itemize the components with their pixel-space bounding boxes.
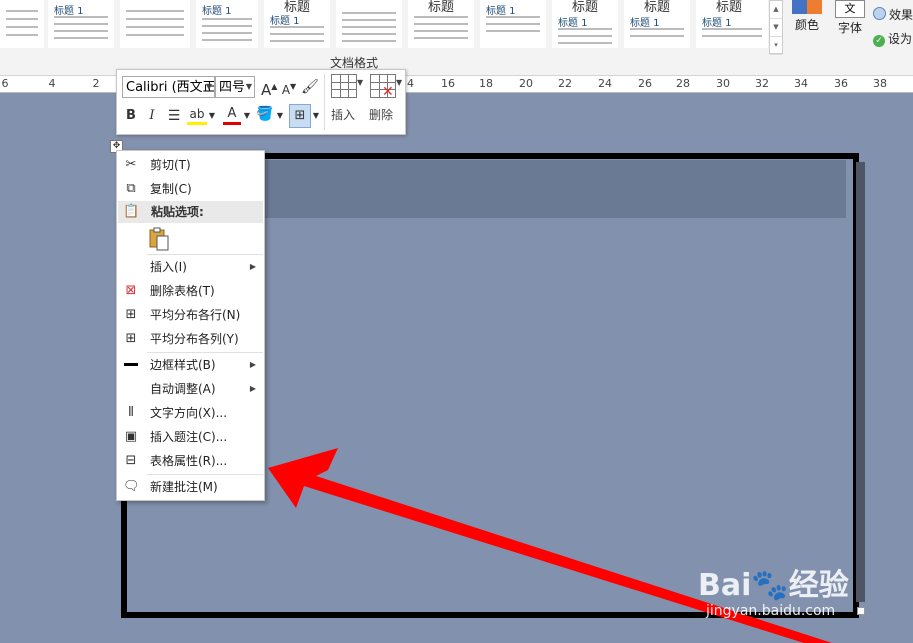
- annotation-arrow-icon: [268, 448, 832, 643]
- baidu-watermark-url: jingyan.baidu.com: [706, 603, 836, 619]
- baidu-watermark-logo: Bai🐾经验: [698, 568, 849, 603]
